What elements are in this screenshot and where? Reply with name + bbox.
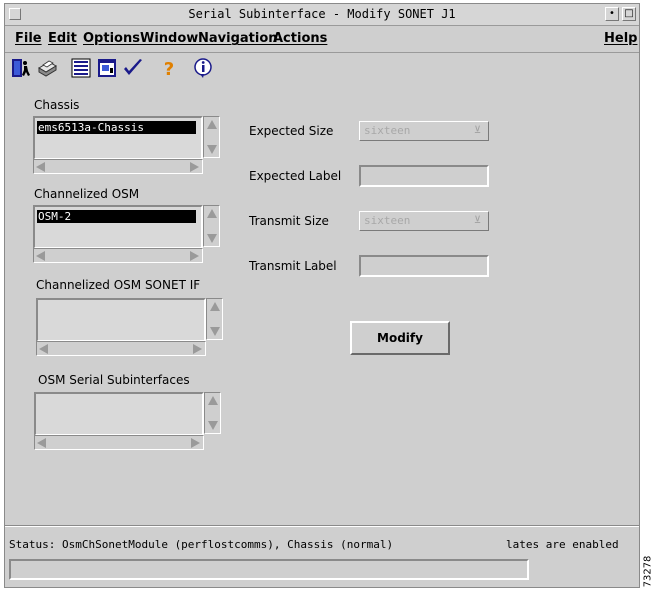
scroll-down-icon[interactable]: [208, 421, 218, 430]
expected-label-field[interactable]: [359, 165, 489, 187]
window-icon[interactable]: [95, 56, 119, 80]
osm-hscrollbar[interactable]: [33, 248, 203, 263]
chassis-vscrollbar[interactable]: [203, 116, 220, 158]
minimize-button[interactable]: •: [605, 7, 619, 21]
scroll-left-icon[interactable]: [36, 251, 45, 261]
sonet-if-list[interactable]: [36, 298, 206, 342]
serial-hscrollbar[interactable]: [34, 435, 204, 450]
osm-label: Channelized OSM: [34, 187, 140, 201]
title-bar[interactable]: Serial Subinterface - Modify SONET J1 • …: [5, 4, 639, 26]
scroll-down-icon[interactable]: [207, 145, 217, 154]
scroll-left-icon[interactable]: [39, 344, 48, 354]
figure-id: 73278: [640, 556, 657, 592]
status-separator: [5, 525, 639, 527]
sonet-if-label: Channelized OSM SONET IF: [36, 278, 201, 292]
status-text: Status: OsmChSonetModule (perflostcomms)…: [9, 538, 394, 551]
dropdown-arrow-icon[interactable]: ⊻: [471, 125, 484, 137]
modify-button[interactable]: Modify: [350, 321, 450, 355]
menu-help[interactable]: Help: [604, 31, 637, 46]
scroll-right-icon[interactable]: [190, 162, 199, 172]
list-icon[interactable]: [69, 56, 93, 80]
menu-edit[interactable]: Edit: [48, 31, 77, 46]
menu-options[interactable]: Options: [83, 31, 140, 46]
figure-id-text: 73278: [642, 555, 654, 588]
menu-navigation[interactable]: Navigation: [198, 31, 278, 46]
menu-window[interactable]: Window: [140, 31, 198, 46]
sonet-if-hscrollbar[interactable]: [36, 341, 206, 356]
scroll-up-icon[interactable]: [210, 302, 220, 311]
status-right-text: lates are enabled: [506, 538, 619, 551]
osm-list[interactable]: OSM-2: [33, 205, 203, 249]
scroll-left-icon[interactable]: [37, 438, 46, 448]
scroll-up-icon[interactable]: [207, 120, 217, 129]
svg-text:?: ?: [164, 59, 174, 80]
message-field: [9, 559, 529, 580]
dropdown-arrow-icon[interactable]: ⊻: [471, 215, 484, 227]
scroll-right-icon[interactable]: [193, 344, 202, 354]
expected-size-select[interactable]: sixteen ⊻: [359, 121, 489, 141]
chassis-label: Chassis: [34, 98, 80, 112]
exit-icon[interactable]: [9, 56, 33, 80]
serial-vscrollbar[interactable]: [204, 392, 221, 434]
maximize-button[interactable]: □: [622, 7, 636, 21]
list-item[interactable]: ems6513a-Chassis: [37, 121, 196, 134]
toolbar: ?: [5, 53, 639, 85]
chassis-list[interactable]: ems6513a-Chassis: [33, 116, 203, 160]
print-icon[interactable]: [35, 56, 59, 80]
transmit-size-label: Transmit Size: [249, 214, 329, 228]
serial-list[interactable]: [34, 392, 204, 436]
chassis-hscrollbar[interactable]: [33, 159, 203, 174]
scroll-down-icon[interactable]: [210, 327, 220, 336]
menu-actions[interactable]: Actions: [273, 31, 327, 46]
transmit-size-value: sixteen: [364, 214, 411, 227]
scroll-left-icon[interactable]: [36, 162, 45, 172]
menu-file[interactable]: File: [15, 31, 42, 46]
main-window: Serial Subinterface - Modify SONET J1 • …: [4, 3, 640, 588]
info-icon[interactable]: [191, 56, 215, 80]
transmit-size-select[interactable]: sixteen ⊻: [359, 211, 489, 231]
scroll-right-icon[interactable]: [190, 251, 199, 261]
expected-size-label: Expected Size: [249, 124, 334, 138]
window-title: Serial Subinterface - Modify SONET J1: [188, 7, 456, 21]
transmit-label-field[interactable]: [359, 255, 489, 277]
list-item[interactable]: OSM-2: [37, 210, 196, 223]
scroll-down-icon[interactable]: [207, 234, 217, 243]
expected-label-label: Expected Label: [249, 169, 342, 183]
transmit-label-label: Transmit Label: [249, 259, 337, 273]
scroll-up-icon[interactable]: [207, 209, 217, 218]
osm-vscrollbar[interactable]: [203, 205, 220, 247]
scroll-right-icon[interactable]: [191, 438, 200, 448]
sonet-if-vscrollbar[interactable]: [206, 298, 223, 340]
check-icon[interactable]: [121, 56, 145, 80]
expected-size-value: sixteen: [364, 124, 411, 137]
serial-label: OSM Serial Subinterfaces: [38, 373, 190, 387]
help-icon[interactable]: ?: [157, 56, 181, 80]
menu-bar: File Edit Options Window Navigation Acti…: [5, 26, 639, 53]
scroll-up-icon[interactable]: [208, 396, 218, 405]
